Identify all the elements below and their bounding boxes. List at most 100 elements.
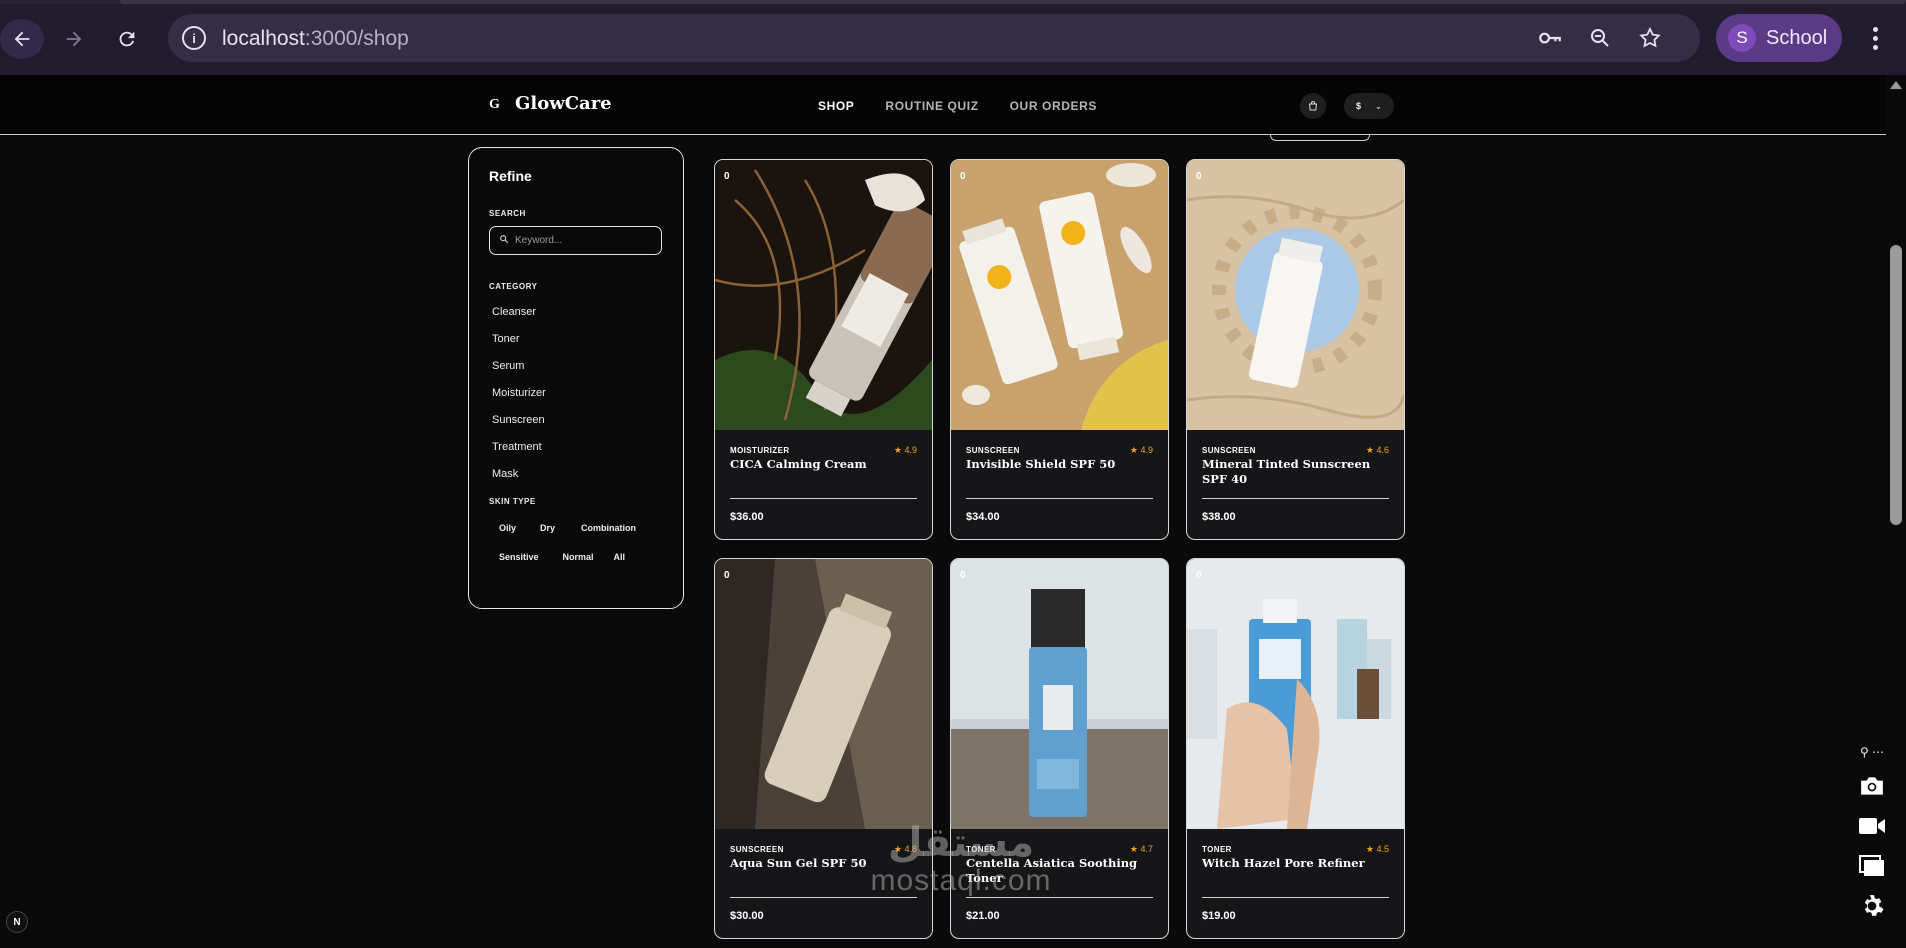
star-icon: ★: [1129, 445, 1138, 455]
search-icon: [499, 234, 509, 247]
nav-our-orders[interactable]: OUR ORDERS: [1010, 99, 1097, 113]
page-viewport: G GlowCare SHOP ROUTINE QUIZ OUR ORDERS …: [0, 75, 1906, 948]
sort-dropdown[interactable]: [1270, 135, 1370, 141]
divider: [730, 897, 917, 898]
scrollbar-thumb[interactable]: [1890, 245, 1902, 525]
address-bar[interactable]: i localhost:3000/shop: [168, 14, 1700, 62]
site-header: G GlowCare SHOP ROUTINE QUIZ OUR ORDERS …: [0, 75, 1886, 135]
currency-select[interactable]: $ ⌄: [1344, 93, 1394, 119]
product-badge: 0: [724, 570, 730, 581]
back-icon: [14, 31, 30, 47]
search-input[interactable]: [515, 235, 655, 246]
product-image[interactable]: 0: [715, 559, 932, 829]
more-menu-icon[interactable]: [1860, 20, 1890, 56]
product-image[interactable]: 0: [715, 160, 932, 430]
divider: [730, 498, 917, 499]
category-cleanser[interactable]: Cleanser: [489, 299, 663, 326]
toolbar-options-icon[interactable]: ⚲ ⋯: [1860, 745, 1884, 759]
category-toner[interactable]: Toner: [489, 326, 663, 353]
star-icon: ★: [893, 844, 902, 854]
site-info-icon[interactable]: i: [182, 26, 206, 50]
category-treatment[interactable]: Treatment: [489, 434, 663, 461]
profile-button[interactable]: S School: [1716, 14, 1842, 62]
star-icon: ★: [1365, 445, 1374, 455]
product-image[interactable]: 0: [951, 160, 1168, 430]
dev-tools-badge[interactable]: N: [6, 911, 28, 933]
skin-chip-sensitive[interactable]: Sensitive: [489, 543, 549, 572]
forward-icon: [66, 31, 82, 47]
skin-chip-dry[interactable]: Dry: [526, 514, 565, 543]
nav-routine-quiz[interactable]: ROUTINE QUIZ: [885, 99, 978, 113]
divider: [966, 897, 1153, 898]
product-card[interactable]: 0 SUNSCREEN ★ 4.6 Mineral Tinted Sunscre…: [1186, 159, 1405, 540]
product-badge: 0: [960, 171, 966, 182]
skin-chip-all[interactable]: All: [604, 543, 636, 572]
product-name[interactable]: Centella Asiatica Soothing Toner: [966, 856, 1146, 886]
nav-shop[interactable]: SHOP: [818, 99, 854, 113]
avatar: S: [1728, 24, 1756, 52]
zoom-icon[interactable]: [1586, 24, 1614, 52]
brand-name[interactable]: GlowCare: [515, 93, 612, 114]
filter-title: Refine: [489, 168, 532, 184]
star-icon: ★: [1365, 844, 1374, 854]
divider: [1202, 897, 1389, 898]
video-icon[interactable]: [1857, 813, 1887, 839]
reload-button[interactable]: [107, 19, 147, 59]
forward-button[interactable]: [54, 19, 94, 59]
product-image[interactable]: 0: [1187, 559, 1404, 829]
product-card[interactable]: 0 SUNSCREEN ★ 4.9 Invisible Shield SPF 5…: [950, 159, 1169, 540]
divider: [966, 498, 1153, 499]
product-name[interactable]: Aqua Sun Gel SPF 50: [730, 856, 910, 871]
product-name[interactable]: Mineral Tinted Sunscreen SPF 40: [1202, 457, 1382, 487]
bookmark-star-icon[interactable]: [1636, 24, 1664, 52]
gear-icon[interactable]: [1857, 893, 1887, 919]
currency-value: $: [1356, 101, 1362, 111]
scroll-up-arrow[interactable]: [1890, 81, 1902, 89]
category-moisturizer[interactable]: Moisturizer: [489, 380, 663, 407]
filter-panel: Refine SEARCH CATEGORY Cleanser Toner Se…: [468, 147, 684, 609]
skin-chip-combination[interactable]: Combination: [565, 514, 646, 543]
search-field[interactable]: [489, 226, 662, 255]
product-name[interactable]: Witch Hazel Pore Refiner: [1202, 856, 1382, 871]
product-card[interactable]: 0 SUNSCREEN ★ 4.8 Aqua Sun Gel SPF 50 $3…: [714, 558, 933, 939]
product-category: MOISTURIZER: [730, 446, 790, 455]
category-sunscreen[interactable]: Sunscreen: [489, 407, 663, 434]
skin-chip-oily[interactable]: Oily: [489, 514, 526, 543]
camera-icon[interactable]: [1857, 773, 1887, 799]
profile-name: School: [1766, 26, 1828, 49]
product-name[interactable]: Invisible Shield SPF 50: [966, 457, 1146, 472]
product-price: $21.00: [966, 910, 1000, 922]
product-rating: ★ 4.9: [1129, 445, 1153, 455]
tab-strip-edge: [120, 0, 1906, 4]
cart-button[interactable]: [1300, 93, 1326, 119]
browser-toolbar: i localhost:3000/shop S School: [0, 0, 1906, 75]
product-price: $34.00: [966, 511, 1000, 523]
category-list: Cleanser Toner Serum Moisturizer Sunscre…: [489, 299, 663, 488]
product-price: $38.00: [1202, 511, 1236, 523]
cart-icon: [1308, 101, 1318, 111]
product-card[interactable]: 0 TONER ★ 4.7 Centella Asiatica Soothing…: [950, 558, 1169, 939]
logo-mark[interactable]: G: [489, 97, 500, 113]
product-badge: 0: [724, 171, 730, 182]
skin-type-label: SKIN TYPE: [489, 497, 536, 506]
product-category: TONER: [966, 845, 996, 854]
product-name[interactable]: CICA Calming Cream: [730, 457, 910, 472]
product-card[interactable]: 0 TONER ★ 4.5 Witch Hazel Pore Refiner $…: [1186, 558, 1405, 939]
star-icon: ★: [893, 445, 902, 455]
reload-icon: [119, 31, 135, 47]
back-button[interactable]: [0, 19, 44, 59]
category-serum[interactable]: Serum: [489, 353, 663, 380]
password-key-icon[interactable]: [1536, 24, 1564, 52]
category-mask[interactable]: Mask: [489, 461, 663, 488]
category-label: CATEGORY: [489, 282, 538, 291]
product-rating: ★ 4.9: [893, 445, 917, 455]
search-label: SEARCH: [489, 209, 526, 218]
windows-icon[interactable]: [1857, 853, 1887, 879]
product-image[interactable]: 0: [1187, 160, 1404, 430]
product-card[interactable]: 0 MOISTURIZER ★ 4.9 CICA Calming Cream $…: [714, 159, 933, 540]
product-image[interactable]: 0: [951, 559, 1168, 829]
url-text[interactable]: localhost:3000/shop: [222, 27, 409, 51]
divider: [1202, 498, 1389, 499]
skin-chip-normal[interactable]: Normal: [549, 543, 604, 572]
product-category: SUNSCREEN: [730, 845, 784, 854]
